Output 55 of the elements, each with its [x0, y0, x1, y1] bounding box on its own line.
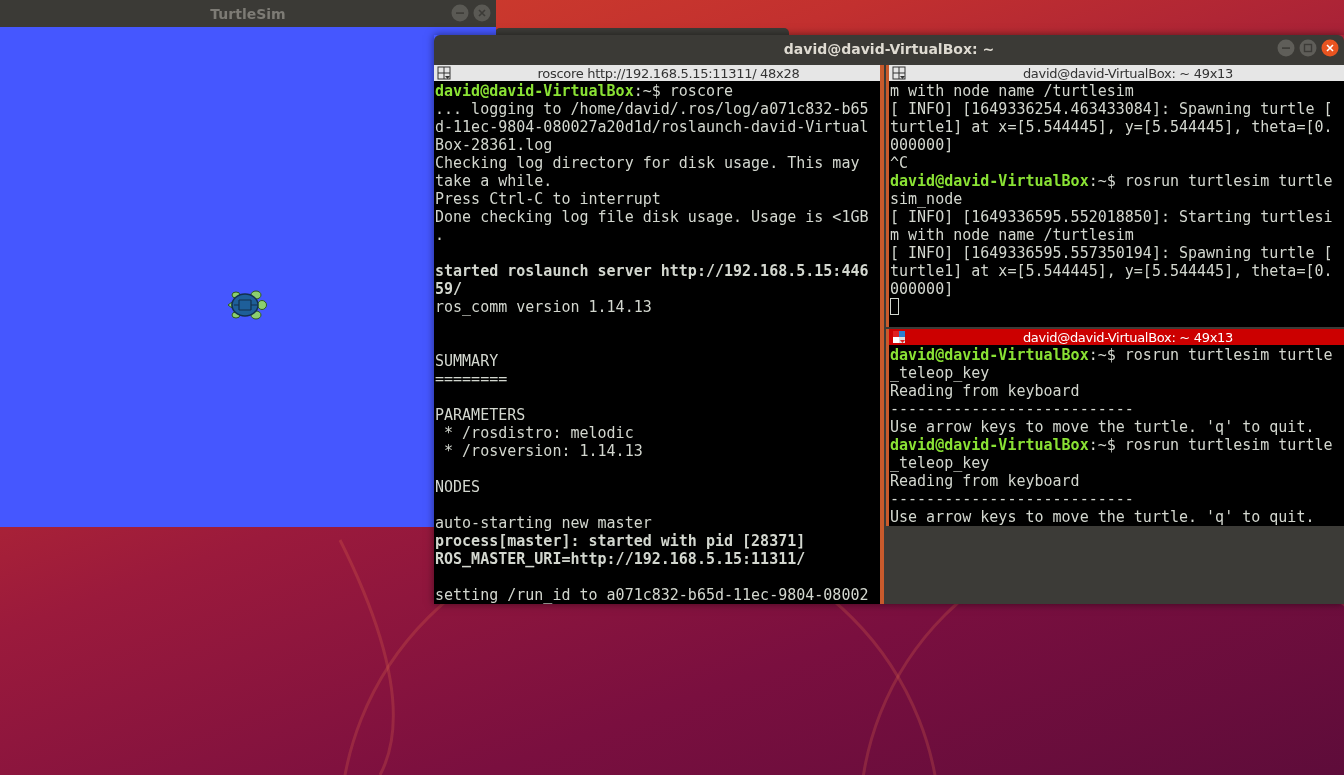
terminal-grid-icon[interactable] — [892, 66, 906, 80]
close-button[interactable] — [1321, 39, 1339, 57]
output-line: Box-28361.log — [435, 136, 554, 154]
output-line: d-11ec-9804-080027a20d1d/roslaunch-david-Virtual — [435, 118, 870, 136]
pane-title: roscore http://192.168.5.15:11311/ 48x28 — [536, 65, 801, 81]
command-line: david@david-VirtualBox:~$ rosrun turtlesim turtle — [890, 172, 1334, 190]
output-line: SUMMARY — [435, 352, 500, 370]
output-line: Checking log directory for disk usage. This may — [435, 154, 861, 172]
output-line: Use arrow keys to move the turtle. 'q' to quit. — [890, 508, 1316, 526]
output-line: Press Ctrl-C to interrupt — [435, 190, 662, 208]
output-line: --------------------------- — [890, 400, 1135, 418]
output-line: ROS_MASTER_URI=http://192.168.5.15:11311/ — [435, 550, 807, 568]
output-line: --------------------------- — [890, 490, 1135, 508]
terminal-grid-icon[interactable] — [892, 330, 906, 344]
output-line: m with node name /turtlesim — [890, 226, 1135, 244]
output-line: sim_node — [890, 190, 964, 208]
output-line: Use arrow keys to move the turtle. 'q' to quit. — [890, 418, 1316, 436]
command-line: david@david-VirtualBox:~$ rosrun turtlesim turtle — [890, 346, 1334, 364]
output-line: ^C — [890, 154, 910, 172]
output-line: 59/ — [435, 280, 464, 298]
output-line: auto-starting new master — [435, 514, 653, 532]
output-line: Reading from keyboard — [890, 472, 1081, 490]
text-cursor — [890, 298, 899, 315]
output-line: _teleop_key — [890, 454, 991, 472]
output-line: [ INFO] [1649336595.557350194]: Spawning turtle [ — [890, 244, 1334, 262]
output-line: * /rosdistro: melodic — [443, 424, 635, 442]
command-line: david@david-VirtualBox:~$ rosrun turtlesim turtle — [890, 436, 1334, 454]
output-line: take a while. — [435, 172, 554, 190]
output-line: process[master]: started with pid [28371] — [435, 532, 807, 550]
pane-title: david@david-VirtualBox: ~ 49x13 — [1021, 65, 1235, 81]
window-title: david@david-VirtualBox: ~ — [783, 41, 995, 57]
output-line: [ INFO] [1649336595.552018850]: Starting turtlesi — [890, 208, 1334, 226]
output-line: ======== — [435, 370, 509, 388]
output-line: ... logging to /home/david/.ros/log/a071c832-b65 — [435, 100, 870, 118]
output-line: [ INFO] [1649336254.463433084]: Spawning turtle [ — [890, 100, 1334, 118]
output-line: _teleop_key — [890, 364, 991, 382]
output-line: Reading from keyboard — [890, 382, 1081, 400]
output-line: 000000] — [890, 280, 955, 298]
window-title: TurtleSim — [210, 5, 286, 22]
output-line: ros_comm version 1.14.13 — [435, 298, 653, 316]
command-line: david@david-VirtualBox:~$ roscore — [435, 82, 735, 100]
output-line: NODES — [435, 478, 482, 496]
output-line: * /rosversion: 1.14.13 — [443, 442, 644, 460]
pane-title: david@david-VirtualBox: ~ 49x13 — [1021, 329, 1235, 345]
output-line: PARAMETERS — [435, 406, 527, 424]
output-line: . — [435, 226, 446, 244]
terminal-grid-icon[interactable] — [437, 66, 451, 80]
output-line: Done checking log file disk usage. Usage is <1GB — [435, 208, 870, 226]
output-line: turtle1] at x=[5.544445], y=[5.544445], theta=[0. — [890, 118, 1334, 136]
output-line: setting /run_id to a071c832-b65d-11ec-9804-08002 — [435, 586, 870, 604]
output-line: m with node name /turtlesim — [890, 82, 1135, 100]
output-line: turtle1] at x=[5.544445], y=[5.544445], theta=[0. — [890, 262, 1334, 280]
turtle-icon — [225, 287, 267, 323]
output-line: started roslaunch server http://192.168.5.15:446 — [435, 262, 870, 280]
output-line: 000000] — [890, 136, 955, 154]
